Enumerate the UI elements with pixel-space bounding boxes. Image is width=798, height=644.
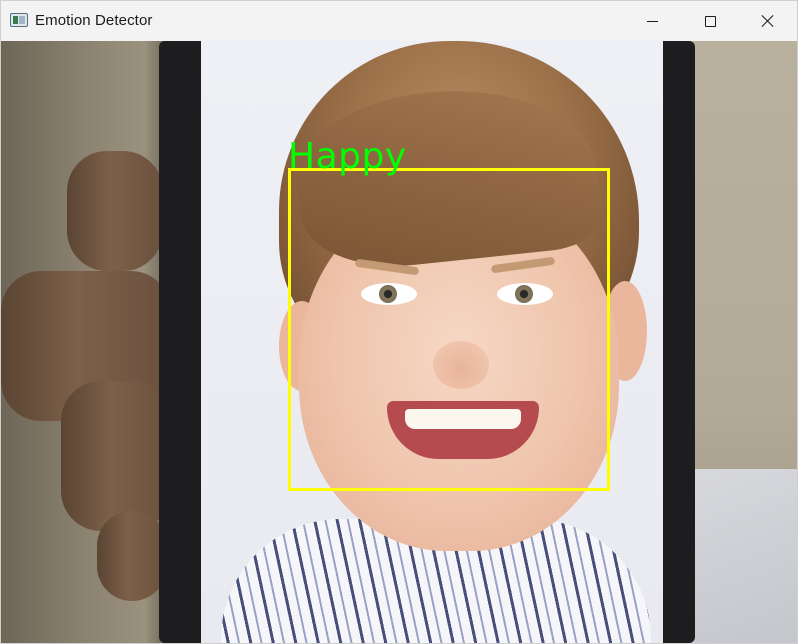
title-bar[interactable]: Emotion Detector	[1, 1, 797, 41]
app-window: Emotion Detector Happy	[0, 0, 798, 644]
minimize-button[interactable]	[623, 1, 681, 41]
camera-feed: Happy	[1, 41, 797, 643]
close-icon	[761, 14, 775, 28]
hand-holding-phone	[1, 131, 181, 601]
window-title: Emotion Detector	[35, 12, 153, 29]
face-detection-box	[288, 168, 610, 491]
maximize-icon	[704, 15, 716, 27]
close-button[interactable]	[739, 1, 797, 41]
minimize-icon	[646, 20, 658, 22]
emotion-label: Happy	[288, 136, 407, 177]
maximize-button[interactable]	[681, 1, 739, 41]
app-window-icon	[10, 13, 28, 27]
